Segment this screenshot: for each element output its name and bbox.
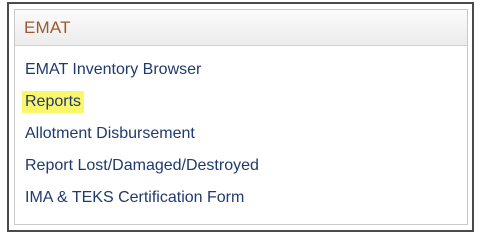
- menu-item-label: Reports: [22, 91, 85, 113]
- emat-menu-panel: EMAT EMAT Inventory Browser Reports Allo…: [14, 9, 468, 225]
- menu-item-emat-inventory-browser[interactable]: EMAT Inventory Browser: [25, 57, 204, 83]
- menu-item-label: Report Lost/Damaged/Destroyed: [25, 157, 259, 174]
- menu-item-label: Allotment Disbursement: [25, 125, 195, 142]
- menu-item-reports[interactable]: Reports: [22, 89, 85, 115]
- panel-header: EMAT: [15, 10, 467, 46]
- panel-title: EMAT: [24, 17, 71, 37]
- menu-item-label: IMA & TEKS Certification Form: [25, 189, 245, 206]
- menu-item-ima-teks-certification-form[interactable]: IMA & TEKS Certification Form: [25, 185, 247, 211]
- menu-item-label: EMAT Inventory Browser: [25, 61, 202, 78]
- menu-item-allotment-disbursement[interactable]: Allotment Disbursement: [25, 121, 198, 147]
- menu-item-report-lost-damaged-destroyed[interactable]: Report Lost/Damaged/Destroyed: [25, 153, 262, 179]
